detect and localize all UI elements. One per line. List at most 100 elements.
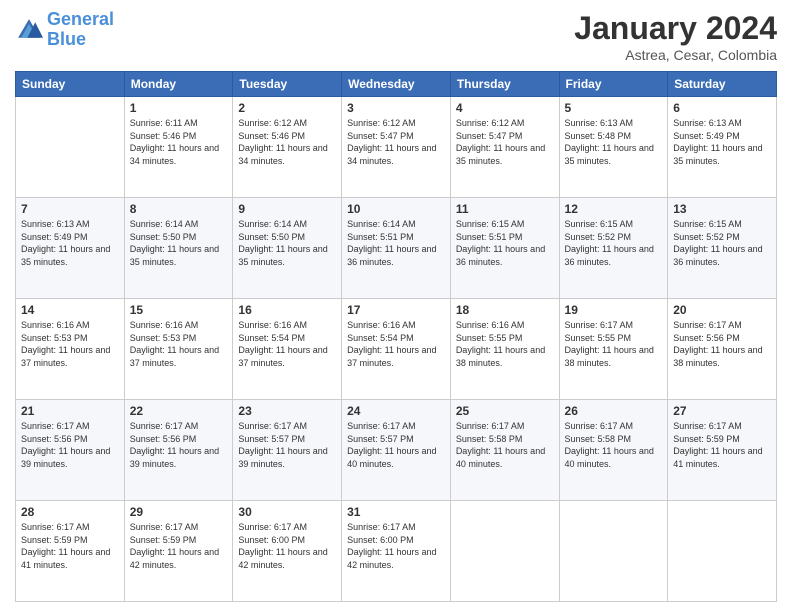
day-cell: 18 Sunrise: 6:16 AMSunset: 5:55 PMDayligh… <box>450 299 559 400</box>
day-number: 28 <box>21 505 119 519</box>
day-number: 3 <box>347 101 445 115</box>
day-info: Sunrise: 6:12 AMSunset: 5:46 PMDaylight:… <box>238 117 336 167</box>
day-info: Sunrise: 6:16 AMSunset: 5:53 PMDaylight:… <box>130 319 228 369</box>
day-cell: 9Sunrise: 6:14 AMSunset: 5:50 PMDaylight… <box>233 198 342 299</box>
day-number: 12 <box>565 202 663 216</box>
day-cell: 14 Sunrise: 6:16 AMSunset: 5:53 PMDayligh… <box>16 299 125 400</box>
day-cell: 5Sunrise: 6:13 AMSunset: 5:48 PMDaylight… <box>559 97 668 198</box>
day-info: Sunrise: 6:17 AMSunset: 5:58 PMDaylight:… <box>456 420 554 470</box>
header: General Blue January 2024 Astrea, Cesar,… <box>15 10 777 63</box>
day-info: Sunrise: 6:16 AMSunset: 5:53 PMDaylight:… <box>21 319 119 369</box>
col-header-monday: Monday <box>124 72 233 97</box>
day-cell: 3 Sunrise: 6:12 AMSunset: 5:47 PMDaylight… <box>342 97 451 198</box>
day-number: 24 <box>347 404 445 418</box>
day-cell: 20 Sunrise: 6:17 AMSunset: 5:56 PMDayligh… <box>668 299 777 400</box>
day-info: Sunrise: 6:15 AMSunset: 5:52 PMDaylight:… <box>673 218 771 268</box>
day-cell: 17Sunrise: 6:16 AMSunset: 5:54 PMDayligh… <box>342 299 451 400</box>
week-row-0: 1 Sunrise: 6:11 AMSunset: 5:46 PMDaylight… <box>16 97 777 198</box>
day-number: 14 <box>21 303 119 317</box>
day-cell: 15 Sunrise: 6:16 AMSunset: 5:53 PMDayligh… <box>124 299 233 400</box>
day-info: Sunrise: 6:13 AMSunset: 5:48 PMDaylight:… <box>565 117 663 167</box>
day-number: 2 <box>238 101 336 115</box>
day-cell: 24 Sunrise: 6:17 AMSunset: 5:57 PMDayligh… <box>342 400 451 501</box>
day-cell: 28 Sunrise: 6:17 AMSunset: 5:59 PMDayligh… <box>16 501 125 602</box>
day-cell <box>450 501 559 602</box>
day-info: Sunrise: 6:16 AMSunset: 5:54 PMDaylight:… <box>238 319 336 369</box>
day-info: Sunrise: 6:17 AMSunset: 5:56 PMDaylight:… <box>130 420 228 470</box>
day-info: Sunrise: 6:15 AMSunset: 5:52 PMDaylight:… <box>565 218 663 268</box>
day-number: 22 <box>130 404 228 418</box>
col-header-sunday: Sunday <box>16 72 125 97</box>
day-number: 11 <box>456 202 554 216</box>
day-number: 31 <box>347 505 445 519</box>
col-header-saturday: Saturday <box>668 72 777 97</box>
day-cell: 25Sunrise: 6:17 AMSunset: 5:58 PMDayligh… <box>450 400 559 501</box>
day-info: Sunrise: 6:17 AMSunset: 5:59 PMDaylight:… <box>130 521 228 571</box>
logo-text: General Blue <box>47 10 114 50</box>
col-header-friday: Friday <box>559 72 668 97</box>
day-cell: 16Sunrise: 6:16 AMSunset: 5:54 PMDayligh… <box>233 299 342 400</box>
col-header-wednesday: Wednesday <box>342 72 451 97</box>
day-cell <box>559 501 668 602</box>
day-cell: 11Sunrise: 6:15 AMSunset: 5:51 PMDayligh… <box>450 198 559 299</box>
week-row-3: 21 Sunrise: 6:17 AMSunset: 5:56 PMDayligh… <box>16 400 777 501</box>
day-number: 4 <box>456 101 554 115</box>
day-cell <box>16 97 125 198</box>
calendar-subtitle: Astrea, Cesar, Colombia <box>574 47 777 63</box>
day-info: Sunrise: 6:17 AMSunset: 5:59 PMDaylight:… <box>21 521 119 571</box>
day-cell: 4Sunrise: 6:12 AMSunset: 5:47 PMDaylight… <box>450 97 559 198</box>
day-cell: 12 Sunrise: 6:15 AMSunset: 5:52 PMDayligh… <box>559 198 668 299</box>
day-cell: 10Sunrise: 6:14 AMSunset: 5:51 PMDayligh… <box>342 198 451 299</box>
logo-icon <box>15 16 43 44</box>
day-cell: 22 Sunrise: 6:17 AMSunset: 5:56 PMDayligh… <box>124 400 233 501</box>
day-number: 23 <box>238 404 336 418</box>
day-number: 21 <box>21 404 119 418</box>
day-info: Sunrise: 6:16 AMSunset: 5:54 PMDaylight:… <box>347 319 445 369</box>
day-info: Sunrise: 6:13 AMSunset: 5:49 PMDaylight:… <box>21 218 119 268</box>
day-number: 30 <box>238 505 336 519</box>
day-number: 18 <box>456 303 554 317</box>
day-cell: 27Sunrise: 6:17 AMSunset: 5:59 PMDayligh… <box>668 400 777 501</box>
header-row: SundayMondayTuesdayWednesdayThursdayFrid… <box>16 72 777 97</box>
day-number: 7 <box>21 202 119 216</box>
day-cell: 19Sunrise: 6:17 AMSunset: 5:55 PMDayligh… <box>559 299 668 400</box>
day-number: 29 <box>130 505 228 519</box>
day-cell: 8Sunrise: 6:14 AMSunset: 5:50 PMDaylight… <box>124 198 233 299</box>
day-info: Sunrise: 6:14 AMSunset: 5:50 PMDaylight:… <box>130 218 228 268</box>
day-info: Sunrise: 6:17 AMSunset: 5:56 PMDaylight:… <box>673 319 771 369</box>
day-number: 19 <box>565 303 663 317</box>
day-info: Sunrise: 6:17 AMSunset: 6:00 PMDaylight:… <box>238 521 336 571</box>
col-header-thursday: Thursday <box>450 72 559 97</box>
day-cell: 21 Sunrise: 6:17 AMSunset: 5:56 PMDayligh… <box>16 400 125 501</box>
day-cell: 30 Sunrise: 6:17 AMSunset: 6:00 PMDayligh… <box>233 501 342 602</box>
day-number: 27 <box>673 404 771 418</box>
calendar-title: January 2024 <box>574 10 777 47</box>
day-number: 26 <box>565 404 663 418</box>
title-block: January 2024 Astrea, Cesar, Colombia <box>574 10 777 63</box>
day-info: Sunrise: 6:12 AMSunset: 5:47 PMDaylight:… <box>347 117 445 167</box>
day-number: 10 <box>347 202 445 216</box>
week-row-1: 7 Sunrise: 6:13 AMSunset: 5:49 PMDaylight… <box>16 198 777 299</box>
day-cell: 26 Sunrise: 6:17 AMSunset: 5:58 PMDayligh… <box>559 400 668 501</box>
day-number: 20 <box>673 303 771 317</box>
day-info: Sunrise: 6:17 AMSunset: 5:56 PMDaylight:… <box>21 420 119 470</box>
day-info: Sunrise: 6:17 AMSunset: 5:58 PMDaylight:… <box>565 420 663 470</box>
day-number: 9 <box>238 202 336 216</box>
day-cell: 31 Sunrise: 6:17 AMSunset: 6:00 PMDayligh… <box>342 501 451 602</box>
page: General Blue January 2024 Astrea, Cesar,… <box>0 0 792 612</box>
day-info: Sunrise: 6:16 AMSunset: 5:55 PMDaylight:… <box>456 319 554 369</box>
day-cell: 7 Sunrise: 6:13 AMSunset: 5:49 PMDaylight… <box>16 198 125 299</box>
day-info: Sunrise: 6:11 AMSunset: 5:46 PMDaylight:… <box>130 117 228 167</box>
day-number: 15 <box>130 303 228 317</box>
day-cell: 6Sunrise: 6:13 AMSunset: 5:49 PMDaylight… <box>668 97 777 198</box>
day-number: 13 <box>673 202 771 216</box>
day-number: 1 <box>130 101 228 115</box>
week-row-4: 28 Sunrise: 6:17 AMSunset: 5:59 PMDayligh… <box>16 501 777 602</box>
col-header-tuesday: Tuesday <box>233 72 342 97</box>
day-cell: 29 Sunrise: 6:17 AMSunset: 5:59 PMDayligh… <box>124 501 233 602</box>
day-cell: 2 Sunrise: 6:12 AMSunset: 5:46 PMDaylight… <box>233 97 342 198</box>
day-cell <box>668 501 777 602</box>
day-info: Sunrise: 6:17 AMSunset: 6:00 PMDaylight:… <box>347 521 445 571</box>
day-number: 6 <box>673 101 771 115</box>
day-info: Sunrise: 6:17 AMSunset: 5:57 PMDaylight:… <box>347 420 445 470</box>
